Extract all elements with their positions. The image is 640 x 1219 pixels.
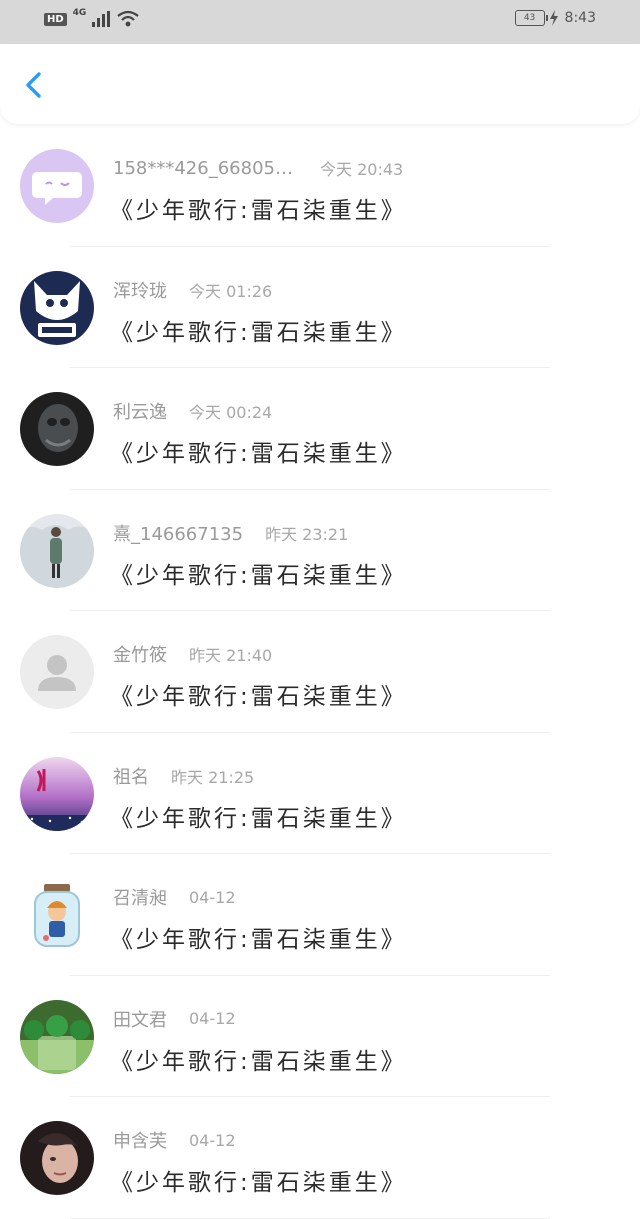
status-time: 8:43 bbox=[564, 10, 596, 26]
avatar[interactable] bbox=[20, 149, 94, 223]
meta-line: 召清昶 04-12 bbox=[113, 884, 236, 910]
status-bar: HD 4G 43 8:43 bbox=[0, 0, 640, 44]
message-time: 昨天 21:25 bbox=[171, 767, 255, 787]
message-text: 《少年歌行:雷石柒重生》 bbox=[110, 198, 407, 224]
battery-level: 43 bbox=[523, 13, 536, 23]
chat-bubble-icon bbox=[20, 149, 94, 223]
avatar[interactable] bbox=[20, 513, 94, 588]
message-text: 《少年歌行:雷石柒重生》 bbox=[110, 805, 407, 832]
dark-photo-icon bbox=[20, 392, 94, 466]
signal-icon bbox=[92, 11, 111, 27]
list-item[interactable]: 熹_146667135 昨天 23:21 《少年歌行:雷石柒重生》 bbox=[0, 490, 640, 611]
network-type: 4G bbox=[72, 8, 87, 18]
list-item[interactable]: 金竹筱 昨天 21:40 《少年歌行:雷石柒重生》 bbox=[0, 611, 640, 733]
avatar[interactable] bbox=[20, 270, 94, 345]
hd-badge: HD bbox=[44, 12, 67, 26]
message-text: 《少年歌行:雷石柒重生》 bbox=[110, 1048, 407, 1075]
chevron-left-icon bbox=[26, 72, 41, 98]
message-text: 《少年歌行:雷石柒重生》 bbox=[110, 319, 407, 346]
avatar[interactable] bbox=[20, 756, 94, 831]
message-time: 昨天 21:40 bbox=[189, 646, 273, 665]
list-item[interactable]: 祖名 昨天 21:25 《少年歌行:雷石柒重生》 bbox=[0, 733, 640, 854]
meta-line: 利云逸 今天 00:24 bbox=[113, 398, 272, 424]
list-item[interactable]: 浑玲珑 今天 01:26 《少年歌行:雷石柒重生》 bbox=[0, 247, 640, 368]
avatar[interactable] bbox=[20, 635, 94, 709]
list-item[interactable]: 召清昶 04-12 《少年歌行:雷石柒重生》 bbox=[0, 854, 640, 976]
list-item[interactable]: 利云逸 今天 00:24 《少年歌行:雷石柒重生》 bbox=[0, 368, 640, 490]
meta-line: 158***426_668059… 今天 20:43 bbox=[113, 155, 403, 181]
sender-name: 田文君 bbox=[113, 1009, 167, 1031]
dark-portrait-icon bbox=[20, 1121, 94, 1195]
nav-bar bbox=[0, 44, 640, 124]
avatar[interactable] bbox=[20, 878, 94, 952]
cat-avatar-icon bbox=[20, 270, 94, 345]
message-time: 今天 01:26 bbox=[189, 281, 273, 301]
message-text: 《少年歌行:雷石柒重生》 bbox=[110, 441, 407, 467]
sender-name: 利云逸 bbox=[113, 402, 167, 423]
sender-name: 召清昶 bbox=[113, 888, 167, 909]
message-time: 04-12 bbox=[189, 1130, 236, 1150]
avatar[interactable] bbox=[20, 1121, 94, 1195]
purple-night-icon bbox=[20, 756, 94, 831]
meta-line: 熹_146667135 昨天 23:21 bbox=[113, 520, 348, 546]
message-list: 158***426_668059… 今天 20:43 《少年歌行:雷石柒重生》 … bbox=[0, 125, 640, 1219]
avatar[interactable] bbox=[20, 392, 94, 466]
meta-line: 祖名 昨天 21:25 bbox=[113, 763, 254, 789]
message-text: 《少年歌行:雷石柒重生》 bbox=[110, 1170, 407, 1196]
divider bbox=[70, 1217, 550, 1219]
message-text: 《少年歌行:雷石柒重生》 bbox=[110, 562, 407, 589]
message-time: 04-12 bbox=[189, 887, 236, 907]
message-time: 今天 20:43 bbox=[320, 160, 404, 179]
list-item[interactable]: 申含芙 04-12 《少年歌行:雷石柒重生》 bbox=[0, 1097, 640, 1219]
sender-name: 申含芙 bbox=[113, 1131, 167, 1152]
status-right: 43 8:43 bbox=[514, 10, 596, 26]
snow-photo-icon bbox=[20, 513, 94, 588]
jar-character-icon bbox=[20, 878, 94, 952]
sender-name: 158***426_668059… bbox=[113, 157, 298, 179]
battery-icon: 43 bbox=[514, 10, 548, 26]
default-user-icon bbox=[20, 635, 94, 709]
sender-name: 浑玲珑 bbox=[113, 280, 167, 302]
message-text: 《少年歌行:雷石柒重生》 bbox=[110, 684, 407, 710]
charging-icon bbox=[549, 10, 558, 26]
meta-line: 田文君 04-12 bbox=[113, 1006, 236, 1032]
back-button[interactable] bbox=[18, 68, 52, 102]
message-time: 昨天 23:21 bbox=[265, 524, 349, 544]
status-left: HD 4G bbox=[44, 8, 140, 28]
message-time: 04-12 bbox=[189, 1009, 236, 1028]
sender-name: 祖名 bbox=[113, 766, 149, 788]
meta-line: 申含芙 04-12 bbox=[113, 1127, 236, 1153]
avatar[interactable] bbox=[20, 999, 94, 1074]
list-item[interactable]: 158***426_668059… 今天 20:43 《少年歌行:雷石柒重生》 bbox=[0, 125, 640, 247]
green-plant-icon bbox=[20, 999, 94, 1074]
meta-line: 浑玲珑 今天 01:26 bbox=[113, 277, 272, 303]
message-text: 《少年歌行:雷石柒重生》 bbox=[110, 927, 407, 953]
sender-name: 金竹筱 bbox=[113, 645, 167, 666]
sender-name: 熹_146667135 bbox=[113, 523, 244, 545]
wifi-icon bbox=[117, 10, 140, 27]
list-item[interactable]: 田文君 04-12 《少年歌行:雷石柒重生》 bbox=[0, 976, 640, 1097]
meta-line: 金竹筱 昨天 21:40 bbox=[113, 641, 272, 667]
message-time: 今天 00:24 bbox=[189, 403, 273, 422]
